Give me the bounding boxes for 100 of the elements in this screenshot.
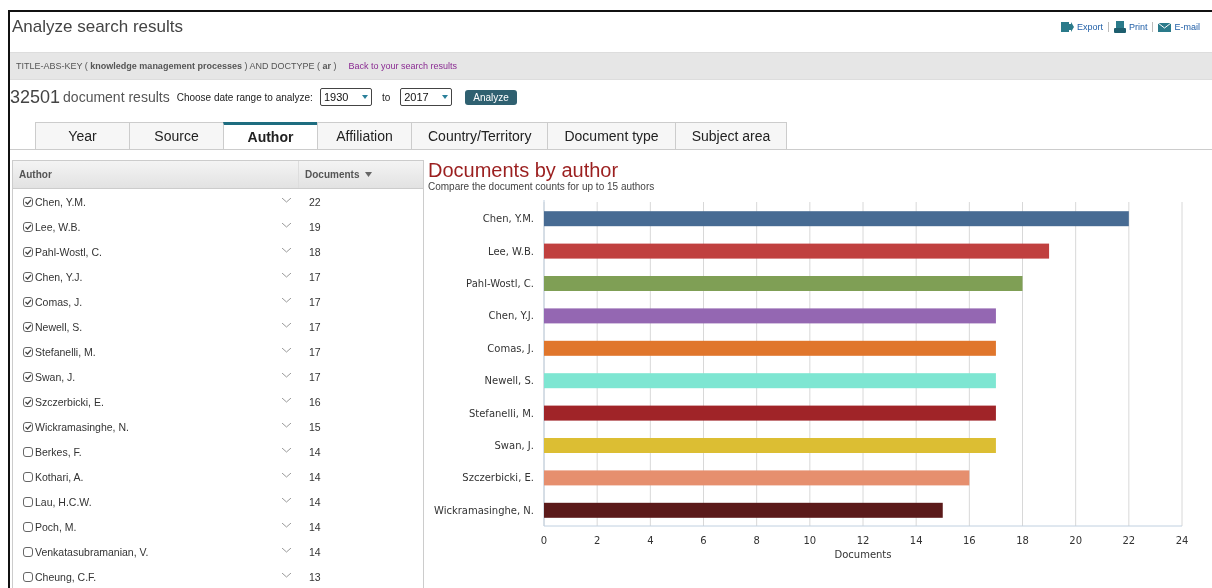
tick-label: 12 bbox=[856, 535, 870, 546]
action-link[interactable]: Print bbox=[1113, 21, 1148, 33]
tab[interactable]: Subject area bbox=[674, 122, 788, 149]
checkbox[interactable] bbox=[23, 446, 33, 457]
checked-checkbox[interactable] bbox=[23, 296, 33, 307]
tab[interactable]: Source bbox=[129, 122, 223, 149]
axis-label: Swan, J. bbox=[494, 440, 534, 451]
chevron-icon[interactable] bbox=[282, 497, 291, 503]
chevron-icon[interactable] bbox=[282, 247, 291, 253]
chevron-icon[interactable] bbox=[282, 347, 291, 353]
author-name: Chen, Y.M. bbox=[35, 195, 86, 208]
document-count: 19 bbox=[308, 220, 322, 233]
author-name: Kothari, A. bbox=[35, 470, 84, 483]
tick-label: 4 bbox=[647, 535, 654, 546]
chart-subtitle: Compare the document counts for up to 15 authors bbox=[428, 181, 656, 192]
checked-checkbox[interactable] bbox=[23, 396, 33, 407]
axis-label: Lee, W.B. bbox=[488, 245, 534, 257]
axis-label: Newell, S. bbox=[484, 375, 534, 387]
tick-label: 14 bbox=[909, 535, 923, 546]
chevron-icon[interactable] bbox=[282, 522, 291, 528]
tab[interactable]: Year bbox=[35, 122, 129, 149]
tab[interactable]: Country/Territory bbox=[411, 122, 548, 149]
document-count: 14 bbox=[308, 520, 322, 533]
checked-checkbox[interactable] bbox=[23, 321, 33, 332]
checkbox[interactable] bbox=[23, 546, 33, 557]
chevron-icon[interactable] bbox=[282, 422, 291, 428]
author-name: Lau, H.C.W. bbox=[35, 495, 92, 508]
tab[interactable]: Affiliation bbox=[317, 122, 411, 149]
checked-checkbox[interactable] bbox=[23, 371, 33, 382]
checked-checkbox[interactable] bbox=[23, 196, 33, 207]
chevron-icon[interactable] bbox=[282, 447, 291, 453]
sort-icon[interactable] bbox=[365, 172, 373, 177]
axis-label: Comas, J. bbox=[487, 342, 534, 354]
tick-label: 10 bbox=[803, 535, 817, 546]
axis-label: Wickramasinghe, N. bbox=[433, 504, 534, 516]
checked-checkbox[interactable] bbox=[23, 246, 33, 257]
back-link[interactable]: Back to your search results bbox=[348, 61, 457, 71]
action-link[interactable]: Export bbox=[1060, 22, 1103, 32]
chevron-icon[interactable] bbox=[282, 272, 291, 278]
document-count: 17 bbox=[308, 295, 322, 308]
checkbox[interactable] bbox=[23, 496, 33, 507]
chevron-icon[interactable] bbox=[282, 397, 291, 403]
checked-checkbox[interactable] bbox=[23, 221, 33, 232]
document-count: 14 bbox=[308, 470, 322, 483]
document-count: 16 bbox=[308, 395, 322, 408]
document-count: 15 bbox=[308, 420, 322, 433]
author-name: Wickramasinghe, N. bbox=[35, 420, 129, 433]
author-name: Berkes, F. bbox=[35, 445, 82, 458]
author-name: Swan, J. bbox=[35, 370, 76, 383]
author-name: Venkatasubramanian, V. bbox=[35, 545, 149, 558]
document-count: 14 bbox=[308, 495, 322, 508]
document-count: 22 bbox=[308, 195, 322, 208]
document-count: 17 bbox=[308, 370, 322, 383]
document-count: 18 bbox=[308, 245, 322, 258]
author-name: Cheung, C.F. bbox=[35, 570, 97, 583]
axis-label: Szczerbicki, E. bbox=[462, 472, 534, 484]
checkbox[interactable] bbox=[23, 571, 33, 582]
tick-label: 8 bbox=[753, 535, 760, 546]
author-name: Chen, Y.J. bbox=[35, 270, 83, 283]
range-label: Choose date range to analyze: bbox=[176, 91, 313, 103]
chevron-icon[interactable] bbox=[282, 322, 291, 328]
document-count: 17 bbox=[308, 345, 322, 358]
document-count: 17 bbox=[308, 270, 322, 283]
tab[interactable]: Document type bbox=[547, 122, 675, 149]
checkbox[interactable] bbox=[23, 471, 33, 482]
author-name: Pahl-Wostl, C. bbox=[35, 245, 102, 258]
chevron-icon[interactable] bbox=[282, 297, 291, 303]
chevron-icon[interactable] bbox=[282, 572, 291, 578]
tick-label: 6 bbox=[700, 535, 707, 546]
tick-label: 22 bbox=[1122, 535, 1136, 546]
axis-title: Documents bbox=[834, 549, 892, 560]
year-select[interactable]: 2017 bbox=[400, 88, 453, 106]
chevron-icon[interactable] bbox=[282, 472, 291, 478]
result-count: 32501 bbox=[10, 86, 61, 108]
year-select[interactable]: 1930 bbox=[319, 88, 372, 106]
column-header[interactable]: Author bbox=[19, 169, 52, 180]
chevron-icon[interactable] bbox=[282, 222, 291, 228]
tab[interactable]: Author bbox=[223, 122, 317, 149]
page-title: Analyze search results bbox=[12, 17, 184, 37]
axis-label: Pahl-Wostl, C. bbox=[466, 278, 534, 289]
document-count: 14 bbox=[308, 445, 322, 458]
checked-checkbox[interactable] bbox=[23, 271, 33, 282]
chevron-icon[interactable] bbox=[282, 372, 291, 378]
column-header[interactable]: Documents bbox=[305, 169, 360, 180]
analyze-button[interactable]: Analyze bbox=[465, 89, 517, 105]
document-count: 13 bbox=[308, 570, 322, 583]
checked-checkbox[interactable] bbox=[23, 421, 33, 432]
author-name: Poch, M. bbox=[35, 520, 77, 533]
tick-label: 0 bbox=[540, 535, 548, 546]
checkbox[interactable] bbox=[23, 521, 33, 532]
author-name: Lee, W.B. bbox=[35, 220, 81, 233]
printer-icon bbox=[1113, 21, 1126, 33]
action-link[interactable]: E-mail bbox=[1158, 22, 1200, 32]
checked-checkbox[interactable] bbox=[23, 346, 33, 357]
tick-label: 2 bbox=[594, 535, 601, 546]
chevron-icon[interactable] bbox=[282, 197, 291, 203]
chevron-icon[interactable] bbox=[282, 547, 291, 553]
author-name: Szczerbicki, E. bbox=[35, 395, 104, 408]
author-name: Stefanelli, M. bbox=[35, 345, 96, 358]
tick-label: 20 bbox=[1069, 535, 1083, 546]
